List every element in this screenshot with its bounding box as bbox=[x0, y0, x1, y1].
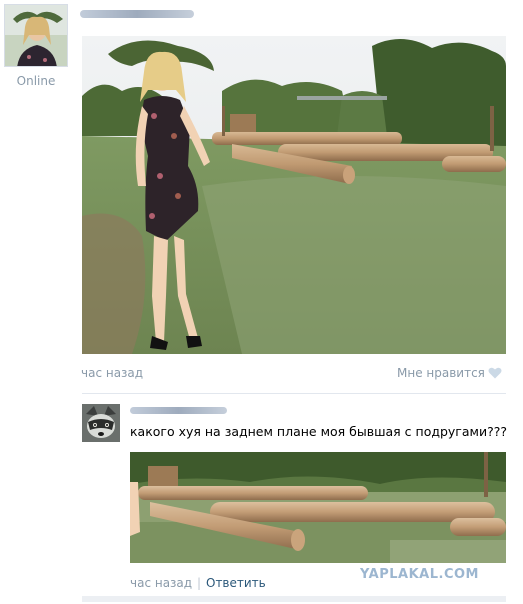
post-timestamp[interactable]: час назад bbox=[81, 366, 143, 380]
comment-photo-image bbox=[130, 452, 506, 563]
online-status: Online bbox=[16, 74, 56, 88]
post-photo-image bbox=[82, 36, 506, 354]
post-photo[interactable] bbox=[82, 36, 506, 354]
bottom-divider bbox=[82, 596, 506, 602]
comment-meta-separator: | bbox=[197, 576, 202, 590]
like-label: Мне нравится bbox=[397, 366, 485, 380]
heart-icon bbox=[488, 367, 502, 379]
raccoon-avatar-image bbox=[82, 404, 120, 442]
commenter-avatar[interactable] bbox=[82, 404, 120, 442]
comment-text: какого хуя на заднем плане моя бывшая с … bbox=[130, 424, 507, 439]
post-divider bbox=[82, 393, 506, 394]
user-name-blurred bbox=[80, 10, 194, 18]
like-button[interactable]: Мне нравится bbox=[397, 366, 502, 380]
comment-photo[interactable] bbox=[130, 452, 506, 563]
avatar-photo bbox=[5, 5, 67, 66]
user-avatar[interactable] bbox=[4, 4, 68, 67]
reply-link[interactable]: Ответить bbox=[206, 576, 266, 590]
commenter-name-blurred bbox=[130, 407, 227, 414]
site-watermark: YAPLAKAL.COM bbox=[360, 567, 479, 582]
comment-timestamp[interactable]: час назад bbox=[130, 576, 192, 590]
